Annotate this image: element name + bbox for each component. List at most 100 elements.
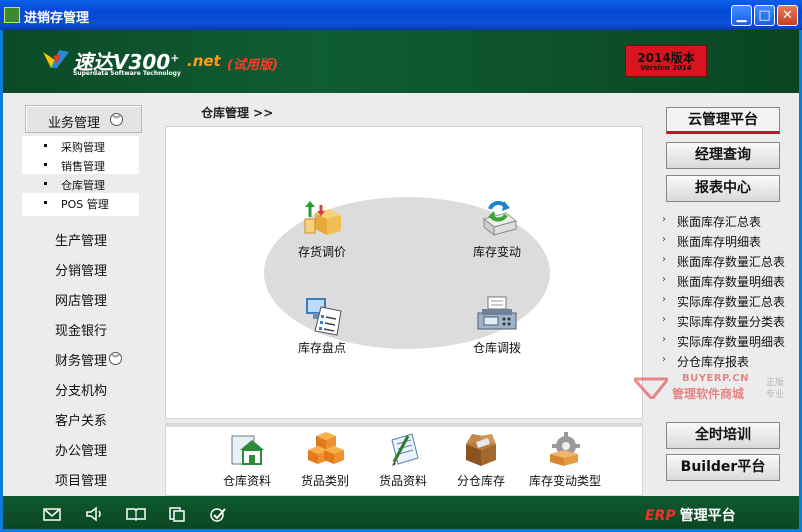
brand-suffix: .net: [187, 52, 221, 70]
submenu-item-label: 仓库管理: [61, 179, 105, 192]
nav-business-label: 业务管理: [48, 116, 101, 131]
report-link-label: 账面库存明细表: [677, 235, 762, 249]
footer-brand: ERP 管理平台: [645, 505, 736, 525]
change-type-icon: [550, 432, 580, 466]
func-price-adjust[interactable]: 存货调价: [276, 199, 362, 263]
nav-item-cash-bank[interactable]: 现金银行: [25, 320, 137, 342]
footer-platform: 管理平台: [679, 508, 736, 524]
cloud-platform-button[interactable]: 云管理平台: [666, 107, 780, 134]
report-center-button[interactable]: 报表中心: [666, 175, 780, 202]
submenu-item-label: 销售管理: [61, 160, 105, 173]
app-header: 速达V300+ .net (试用版) Superdata Software Te…: [0, 30, 802, 93]
trial-label: (试用版): [227, 58, 278, 73]
nav-item-crm[interactable]: 客户关系: [25, 410, 137, 432]
close-button[interactable]: ✕: [777, 5, 798, 26]
submenu-item-warehouse[interactable]: 仓库管理: [22, 174, 139, 193]
func-stock-count[interactable]: 库存盘点: [276, 295, 362, 359]
report-link[interactable]: › 实际库存数量分类表: [662, 312, 802, 332]
brand-subtitle: Superdata Software Technology: [73, 70, 181, 77]
report-link-label: 分仓库存报表: [677, 355, 750, 369]
watermark-tag: 正版 专业: [766, 378, 785, 400]
warehouse-transfer-icon: [477, 296, 517, 330]
goods-category-icon: [308, 432, 344, 464]
logo-mark-icon: [43, 50, 69, 68]
stock-change-icon: [482, 201, 518, 237]
report-link[interactable]: › 分仓库存报表: [662, 352, 802, 372]
book-icon[interactable]: [125, 505, 147, 523]
mail-icon[interactable]: [41, 505, 63, 523]
func-warehouse-transfer[interactable]: 仓库调拨: [451, 295, 537, 359]
report-link-label: 实际库存数量分类表: [677, 315, 786, 329]
nav-item-distribution[interactable]: 分销管理: [25, 260, 137, 282]
speaker-icon[interactable]: [83, 505, 105, 523]
breadcrumb: 仓库管理 >>: [201, 106, 274, 120]
func-stock-change[interactable]: 库存变动: [451, 199, 537, 263]
goods-info-icon: [391, 433, 419, 466]
tool-change-type[interactable]: 库存变动类型: [526, 432, 604, 492]
version-badge: 2014版本 Version 2014: [625, 45, 707, 77]
chevron-right-icon: ›: [662, 214, 666, 225]
bullet-icon: [44, 163, 47, 166]
chevron-right-icon: ›: [662, 294, 666, 305]
submenu-item-pos[interactable]: POS 管理: [22, 193, 139, 212]
close-icon: ✕: [782, 8, 793, 23]
bottom-toolbar: 仓库资料 货品类别 货品资料 分仓库存 库存变动类型: [165, 423, 643, 496]
report-link[interactable]: › 实际库存数量汇总表: [662, 292, 802, 312]
manager-query-button[interactable]: 经理查询: [666, 142, 780, 169]
chevron-right-icon: ›: [662, 334, 666, 345]
chevron-down-icon: ︾: [110, 113, 123, 126]
report-link[interactable]: › 实际库存数量明细表: [662, 332, 802, 352]
maximize-button[interactable]: □: [754, 5, 775, 26]
builder-platform-button[interactable]: Builder平台: [666, 454, 780, 481]
footer-erp: ERP: [645, 508, 676, 524]
training-button[interactable]: 全时培训: [666, 422, 780, 449]
report-link[interactable]: › 账面库存明细表: [662, 232, 802, 252]
submenu-item-label: POS 管理: [61, 198, 109, 211]
watermark: BUYERP.CN 管理软件商城 正版 专业: [634, 373, 794, 407]
toolbar-divider: [166, 424, 642, 427]
price-adjust-icon: [304, 201, 341, 235]
func-label: 仓库调拨: [472, 341, 521, 355]
copy-icon[interactable]: [166, 505, 188, 523]
bullet-icon: [44, 182, 47, 185]
submenu-item-sales[interactable]: 销售管理: [22, 155, 139, 174]
business-submenu: 采购管理 销售管理 仓库管理 POS 管理: [22, 136, 139, 216]
bullet-icon: [44, 144, 47, 147]
chevron-right-icon: ›: [662, 314, 666, 325]
minimize-icon: ▁: [736, 8, 747, 23]
watermark-name: 管理软件商城: [672, 387, 745, 401]
report-link-label: 账面库存汇总表: [677, 215, 762, 229]
window-title: 进销存管理: [24, 11, 90, 26]
nav-item-finance[interactable]: 财务管理 ︾: [25, 350, 137, 372]
branch-stock-icon: [466, 434, 496, 466]
report-link[interactable]: › 账面库存汇总表: [662, 212, 802, 232]
chevron-right-icon: ›: [662, 234, 666, 245]
nav-item-branch[interactable]: 分支机构: [25, 380, 137, 402]
func-label: 库存变动: [472, 245, 521, 259]
report-link-label: 实际库存数量汇总表: [677, 295, 786, 309]
tool-goods-info[interactable]: 货品资料: [364, 432, 442, 492]
submenu-item-purchase[interactable]: 采购管理: [22, 136, 139, 155]
tool-label: 库存变动类型: [528, 474, 601, 488]
minimize-button[interactable]: ▁: [731, 5, 752, 26]
nav-item-project[interactable]: 项目管理: [25, 470, 137, 492]
tool-branch-stock[interactable]: 分仓库存: [442, 432, 520, 492]
brand-plus: +: [170, 51, 180, 65]
tool-warehouse-info[interactable]: 仓库资料: [208, 432, 286, 492]
nav-finance-label: 财务管理: [54, 354, 107, 369]
tool-goods-category[interactable]: 货品类别: [286, 432, 364, 492]
nav-item-office[interactable]: 办公管理: [25, 440, 137, 462]
version-sub: Version 2014: [640, 64, 692, 72]
check-icon[interactable]: [207, 505, 229, 523]
report-link-label: 账面库存数量明细表: [677, 275, 786, 289]
report-link[interactable]: › 账面库存数量汇总表: [662, 252, 802, 272]
title-bar: 进销存管理 ▁ □ ✕: [0, 0, 802, 30]
chevron-right-icon: ›: [662, 254, 666, 265]
report-link[interactable]: › 账面库存数量明细表: [662, 272, 802, 292]
nav-item-webstore[interactable]: 网店管理: [25, 290, 137, 312]
func-label: 存货调价: [297, 245, 346, 259]
nav-business-header[interactable]: 业务管理 ︾: [25, 105, 142, 133]
chevron-down-icon: ︾: [109, 352, 122, 365]
nav-item-production[interactable]: 生产管理: [25, 230, 137, 252]
bullet-icon: [44, 201, 47, 204]
